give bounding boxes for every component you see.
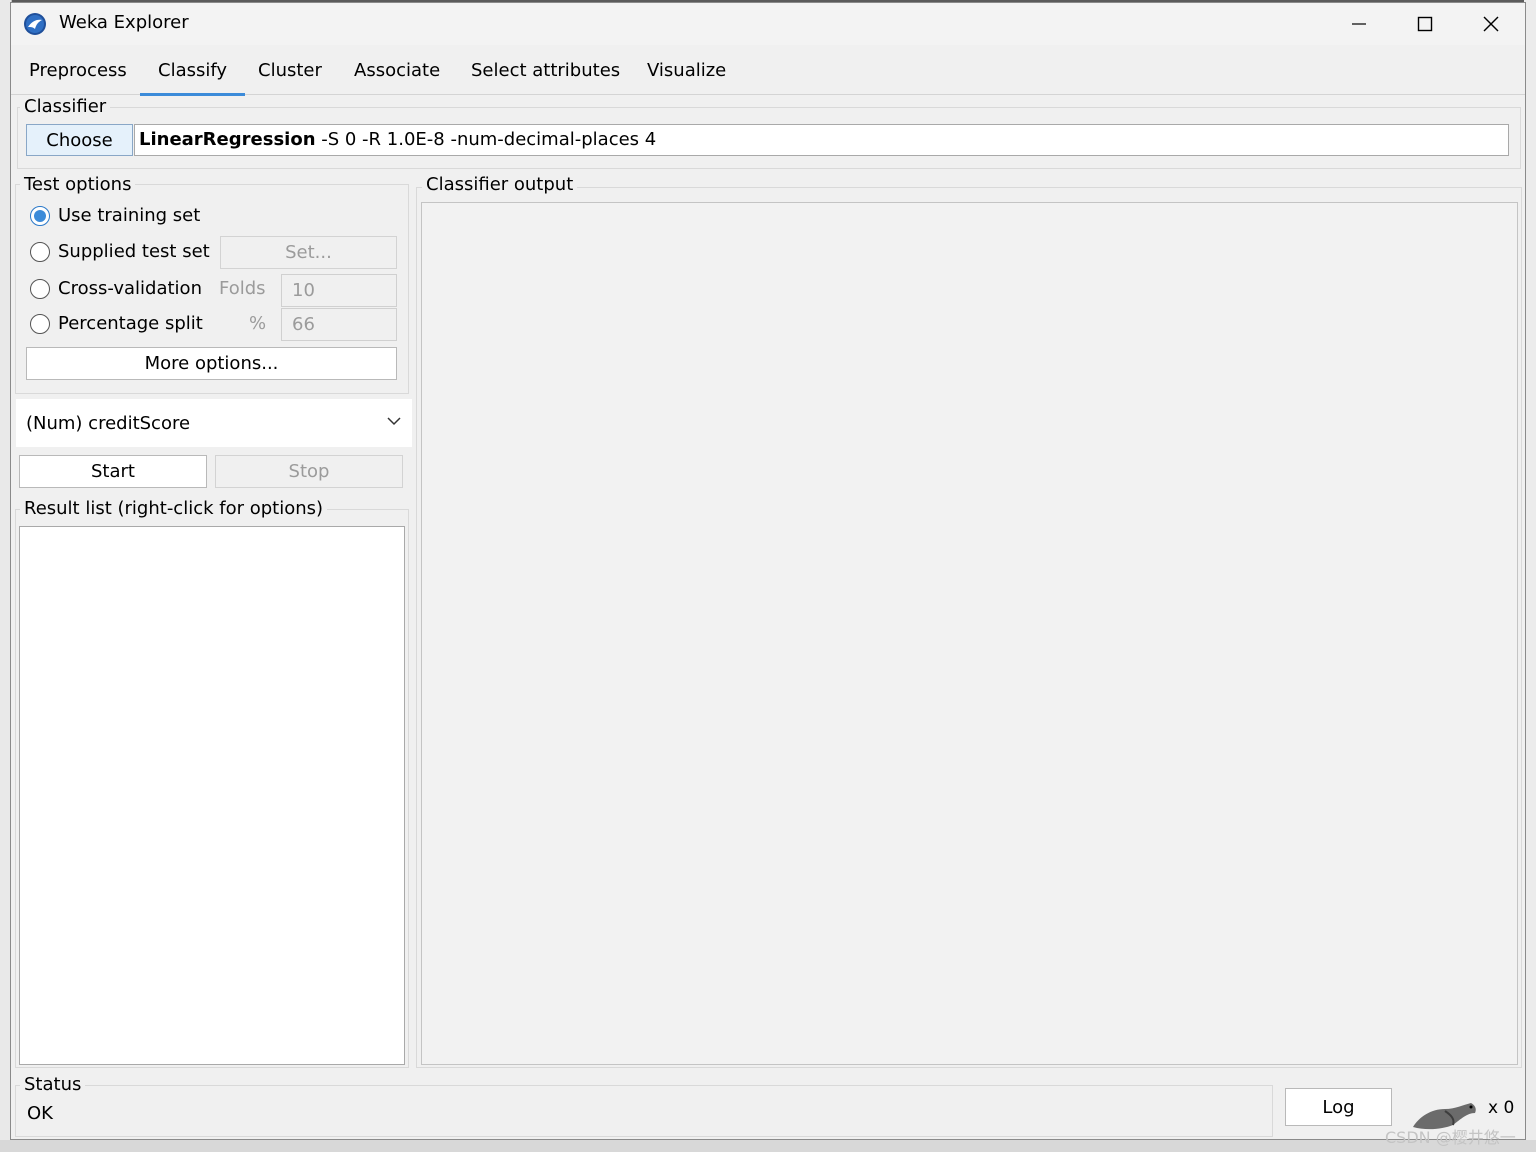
tab-bar: Preprocess Classify Cluster Associate Se… [11,47,1525,96]
tab-select-attributes[interactable]: Select attributes [453,47,638,95]
background-taskbar-strip [0,1140,1536,1152]
radio-label: Use training set [58,205,201,226]
start-button[interactable]: Start [19,455,207,488]
tab-preprocess[interactable]: Preprocess [11,47,145,95]
task-count: x 0 [1488,1098,1515,1118]
radio-label: Percentage split [58,313,203,334]
tab-cluster[interactable]: Cluster [240,47,340,95]
minimize-button[interactable] [1327,3,1391,45]
result-list-panel[interactable] [19,526,405,1065]
tab-classify[interactable]: Classify [140,47,246,96]
radio-label: Supplied test set [58,241,210,262]
radio-indicator [30,205,50,226]
watermark-text: CSDN @樱井悠一 [1385,1128,1516,1147]
tab-associate[interactable]: Associate [336,47,458,95]
classifier-output-panel[interactable] [421,202,1518,1065]
radio-percentage-split[interactable]: Percentage split [30,313,203,334]
radio-use-training-set[interactable]: Use training set [30,205,200,226]
tab-visualize[interactable]: Visualize [629,47,744,95]
radio-indicator [30,278,50,299]
window-title: Weka Explorer [59,12,189,33]
weka-explorer-window: Weka Explorer Preprocess Classify Cluste… [10,2,1526,1147]
classifier-options: -S 0 -R 1.0E-8 -num-decimal-places 4 [315,129,657,150]
stop-button[interactable]: Stop [215,455,403,488]
weka-bird-icon [24,13,46,35]
close-icon [1483,16,1499,32]
classifier-legend: Classifier [20,96,111,118]
folds-label: Folds [219,278,266,299]
result-list-legend: Result list (right-click for options) [20,498,328,520]
classifier-name: LinearRegression [139,129,316,150]
percent-label: % [249,313,267,334]
classifier-output-legend: Classifier output [422,174,578,196]
set-test-set-button[interactable]: Set... [220,236,397,269]
maximize-icon [1417,16,1433,32]
choose-button[interactable]: Choose [26,124,133,156]
test-options-legend: Test options [20,174,136,196]
chevron-down-icon [387,417,401,426]
status-group [15,1085,1273,1137]
folds-input[interactable]: 10 [281,274,397,307]
radio-supplied-test-set[interactable]: Supplied test set [30,241,210,262]
more-options-button[interactable]: More options... [26,347,397,380]
radio-indicator [30,241,50,262]
radio-label: Cross-validation [58,278,202,299]
radio-cross-validation[interactable]: Cross-validation [30,278,202,299]
percent-input[interactable]: 66 [281,308,397,341]
radio-indicator [30,313,50,334]
classifier-command-field[interactable]: LinearRegression -S 0 -R 1.0E-8 -num-dec… [134,124,1509,156]
status-text: OK [27,1103,53,1124]
maximize-button[interactable] [1393,3,1457,45]
log-button[interactable]: Log [1285,1088,1392,1126]
title-bar[interactable]: Weka Explorer [11,3,1525,45]
close-button[interactable] [1459,3,1523,45]
class-attribute-value: (Num) creditScore [26,412,191,434]
minimize-icon [1352,23,1366,25]
class-attribute-select[interactable]: (Num) creditScore [16,399,412,447]
status-legend: Status [20,1074,86,1096]
